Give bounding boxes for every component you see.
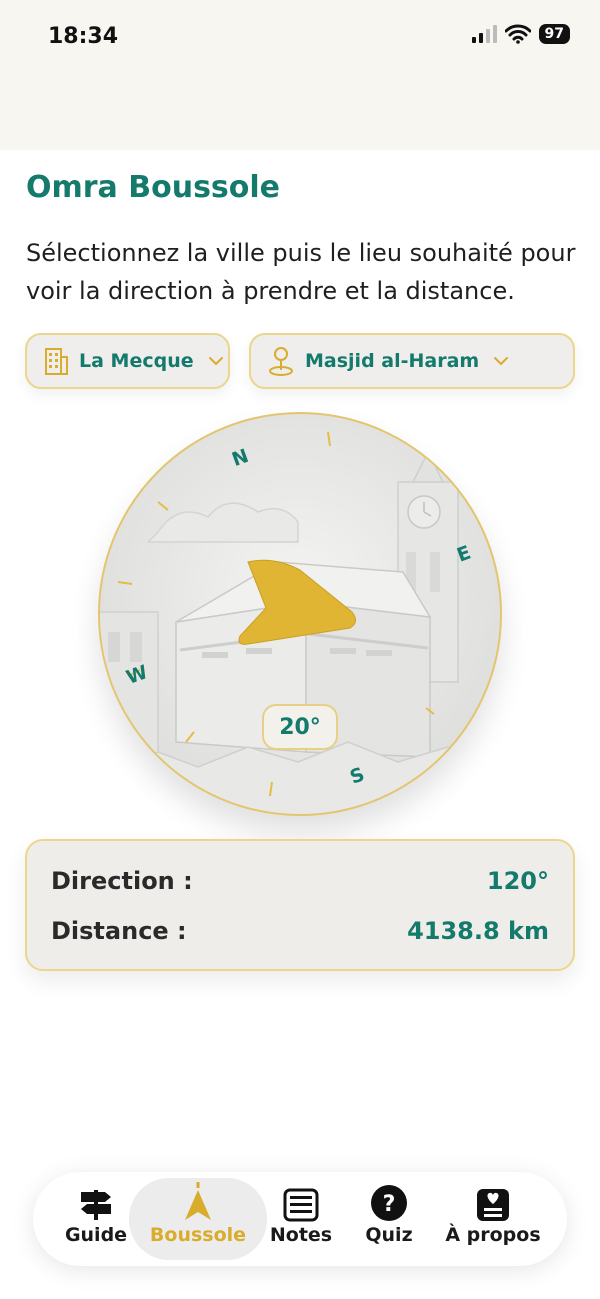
compass-arrow-icon [185, 1182, 211, 1220]
heading-badge: 20° [262, 704, 338, 750]
battery-indicator: 97 [538, 24, 570, 44]
distance-row: Distance : 4138.8 km [51, 917, 549, 945]
tab-guide-label: Guide [64, 1224, 128, 1246]
status-bar: 18:34 97 [0, 0, 600, 150]
about-icon [477, 1189, 509, 1221]
info-card: Direction : 120° Distance : 4138.8 km [25, 839, 575, 971]
signpost-icon [81, 1190, 111, 1220]
city-selector-label: La Mecque [79, 350, 194, 372]
tab-boussole-label: Boussole [149, 1224, 247, 1246]
svg-text:?: ? [383, 1192, 396, 1217]
distance-value: 4138.8 km [407, 917, 549, 945]
chevron-down-icon [494, 357, 509, 366]
distance-label: Distance : [51, 917, 187, 945]
compass: N E S W [98, 412, 502, 816]
place-selector-label: Masjid al-Haram [305, 350, 480, 372]
tab-a-propos[interactable]: À propos [443, 1178, 543, 1260]
city-selector[interactable]: La Mecque [25, 333, 230, 389]
tab-guide[interactable]: Guide [63, 1178, 129, 1260]
tab-quiz[interactable]: ? Quiz [359, 1178, 419, 1260]
question-icon: ? [371, 1185, 407, 1221]
status-icons: 97 [471, 24, 570, 44]
signal-icon [471, 25, 497, 43]
place-selector[interactable]: Masjid al-Haram [249, 333, 575, 389]
page-title: Omra Boussole [26, 170, 281, 205]
location-pin-icon [269, 347, 293, 376]
wifi-icon [504, 24, 531, 44]
tab-a-propos-label: À propos [445, 1224, 541, 1246]
page-description: Sélectionnez la ville puis le lieu souha… [26, 239, 576, 305]
building-icon [45, 348, 68, 375]
tab-boussole[interactable]: Boussole [129, 1178, 267, 1260]
chevron-down-icon [208, 357, 223, 366]
notes-icon [283, 1188, 319, 1222]
status-time: 18:34 [48, 24, 119, 49]
direction-label: Direction : [51, 867, 193, 895]
tab-notes-label: Notes [269, 1224, 333, 1246]
direction-value: 120° [486, 867, 549, 895]
tab-bar: Guide Boussole Notes ? Quiz À propos [33, 1172, 567, 1266]
tab-notes[interactable]: Notes [269, 1178, 333, 1260]
direction-row: Direction : 120° [51, 867, 549, 895]
compass-dial: N E S W [98, 412, 502, 816]
tab-quiz-label: Quiz [365, 1224, 413, 1246]
